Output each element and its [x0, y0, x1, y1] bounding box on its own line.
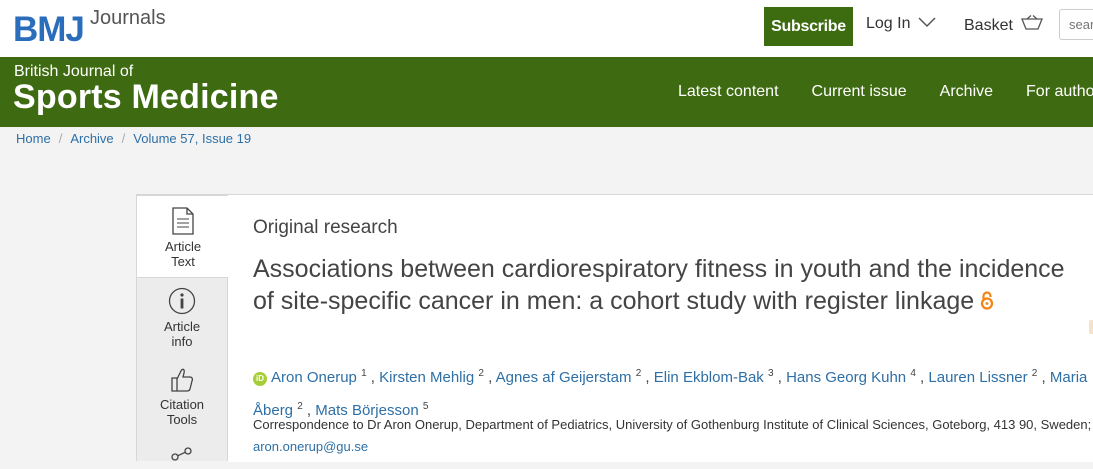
- author-link[interactable]: Elin Ekblom-Bak: [654, 369, 764, 386]
- breadcrumb-separator: /: [58, 131, 63, 146]
- article-type: Original research: [253, 217, 398, 238]
- correspondence: Correspondence to Dr Aron Onerup, Depart…: [253, 414, 1093, 458]
- author-separator: ,: [1037, 369, 1050, 386]
- breadcrumb-archive[interactable]: Archive: [70, 131, 113, 146]
- side-tab-edge[interactable]: [1089, 320, 1093, 334]
- author-link[interactable]: Aron Onerup: [271, 369, 357, 386]
- thumbs-up-icon: [137, 367, 227, 393]
- breadcrumb-issue[interactable]: Volume 57, Issue 19: [133, 131, 251, 146]
- basket-link[interactable]: Basket: [964, 15, 1043, 36]
- author-link[interactable]: Agnes af Geijerstam: [496, 369, 632, 386]
- article-title: Associations between cardiorespiratory f…: [253, 253, 1073, 318]
- author-separator: ,: [915, 369, 929, 386]
- tool-share[interactable]: [137, 445, 227, 469]
- tool-label: Citation Tools: [159, 397, 205, 427]
- search-input[interactable]: [1059, 9, 1093, 40]
- subscribe-button[interactable]: Subscribe: [764, 7, 853, 46]
- article-header: Original research Associations between c…: [228, 194, 1093, 462]
- share-icon: [137, 445, 227, 465]
- orcid-icon[interactable]: iD: [253, 372, 267, 386]
- breadcrumb: Home / Archive / Volume 57, Issue 19: [16, 131, 251, 146]
- author-link[interactable]: Hans Georg Kuhn: [786, 369, 906, 386]
- nav-archive[interactable]: Archive: [940, 83, 993, 101]
- document-icon: [137, 207, 229, 235]
- breadcrumb-separator: /: [121, 131, 126, 146]
- login-menu[interactable]: Log In: [866, 15, 937, 33]
- journal-nav: Latest content Current issue Archive For…: [678, 83, 1093, 101]
- author-separator: ,: [483, 369, 496, 386]
- logo-brand: BMJ: [13, 10, 85, 49]
- open-access-lock-icon: [980, 286, 994, 318]
- nav-latest-content[interactable]: Latest content: [678, 83, 779, 101]
- author-separator: ,: [773, 369, 787, 386]
- breadcrumb-home[interactable]: Home: [16, 131, 51, 146]
- nav-current-issue[interactable]: Current issue: [812, 83, 907, 101]
- article-title-text: Associations between cardiorespiratory f…: [253, 255, 1065, 315]
- tool-label: Article Text: [164, 239, 202, 269]
- affiliation-sup: 5: [422, 401, 429, 412]
- chevron-down-icon: [918, 15, 937, 33]
- logo-sub: Journals: [90, 7, 166, 29]
- basket-label: Basket: [964, 16, 1013, 34]
- author-link[interactable]: Kirsten Mehlig: [379, 369, 474, 386]
- tool-article-info[interactable]: Article info: [137, 287, 227, 349]
- author-separator: ,: [641, 369, 654, 386]
- info-icon: [137, 287, 227, 315]
- top-bar: BMJ Journals Subscribe Log In Basket: [0, 0, 1093, 57]
- basket-icon: [1020, 15, 1043, 36]
- tool-citation[interactable]: Citation Tools: [137, 367, 227, 427]
- author-separator: ,: [366, 369, 380, 386]
- correspondence-text: Correspondence to Dr Aron Onerup, Depart…: [253, 417, 1092, 432]
- journal-banner: British Journal of Sports Medicine Lates…: [0, 57, 1093, 127]
- tool-label: Article info: [163, 319, 201, 349]
- nav-for-authors[interactable]: For authors: [1026, 83, 1093, 101]
- journal-title-line2[interactable]: Sports Medicine: [13, 77, 279, 117]
- correspondence-email-link[interactable]: aron.onerup@gu.se: [253, 439, 368, 454]
- login-label: Log In: [866, 15, 911, 32]
- tool-article-text[interactable]: Article Text: [136, 195, 229, 278]
- article-tools-sidebar: Article Text Article info Citation Tools: [136, 194, 229, 461]
- author-link[interactable]: Lauren Lissner: [928, 369, 1027, 386]
